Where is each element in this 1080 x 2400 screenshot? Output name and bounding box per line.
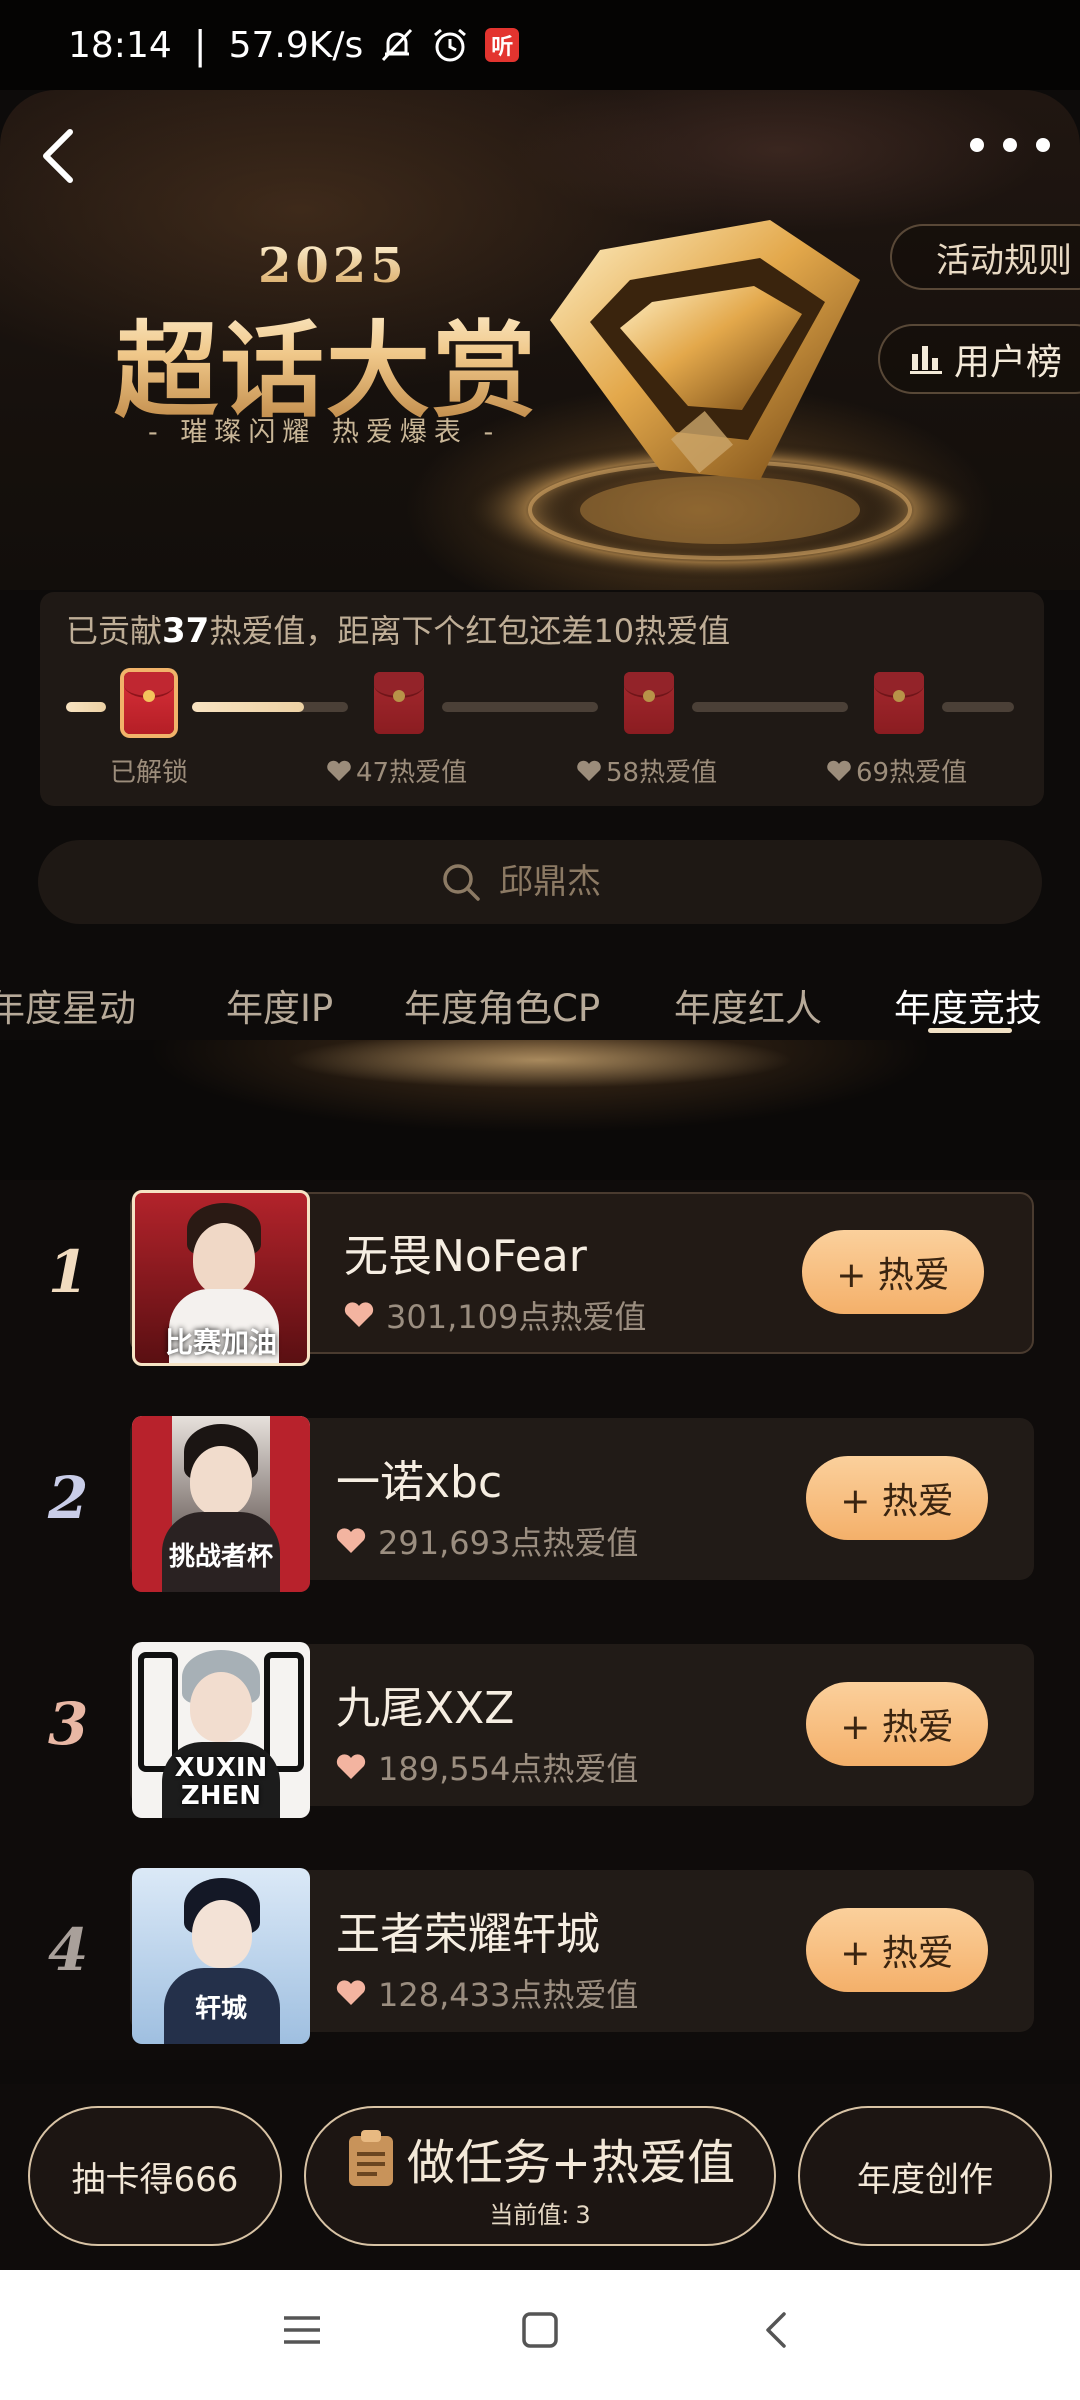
avatar-caption: XUXIN ZHEN xyxy=(174,1753,268,1811)
category-tabs: 年度星动 年度IP 年度角色CP 年度红人 年度竞技 xyxy=(0,962,1080,1042)
active-tab-indicator xyxy=(928,1028,1012,1033)
heart-icon xyxy=(336,1754,366,1779)
add-love-button[interactable]: + 热爱 xyxy=(806,1908,988,1992)
ranking-name: 九尾XXZ xyxy=(336,1683,515,1734)
heart-icon xyxy=(577,760,601,781)
ranking-row[interactable]: 3 XUXIN ZHEN 九尾XXZ 189,554点热爱值 + 热爱 xyxy=(0,1642,1080,1818)
system-back-icon[interactable] xyxy=(758,2310,798,2350)
rank-number: 1 xyxy=(48,1238,89,1306)
red-packet-icon[interactable] xyxy=(874,672,924,734)
ranking-name: 一诺xbc xyxy=(336,1457,503,1508)
ranking-hot-value: 128,433点热爱值 xyxy=(336,1970,638,2016)
ranking-hot-value: 291,693点热爱值 xyxy=(336,1518,638,1564)
activity-rules-button[interactable]: 活动规则 xyxy=(890,224,1080,290)
progress-track-fill xyxy=(192,702,304,712)
search-icon xyxy=(443,864,480,901)
rank-number: 4 xyxy=(48,1916,89,1984)
do-tasks-button[interactable]: 做任务+热爱值 当前值: 3 xyxy=(304,2106,776,2246)
red-packet-icon[interactable] xyxy=(624,672,674,734)
diamond-trophy-icon xyxy=(460,220,970,580)
add-love-button[interactable]: + 热爱 xyxy=(806,1682,988,1766)
search-bar[interactable] xyxy=(38,840,1042,924)
heart-icon xyxy=(344,1302,374,1327)
back-arrow-icon xyxy=(43,129,73,183)
avatar[interactable]: 轩城 xyxy=(132,1868,310,2044)
progress-track-segment xyxy=(66,702,106,712)
contribution-suffix: 热爱值，距离下个红包还差10热爱值 xyxy=(209,612,731,650)
ranking-name: 无畏NoFear xyxy=(344,1231,587,1282)
system-navigation-bar xyxy=(0,2270,1080,2400)
search-input[interactable] xyxy=(499,862,639,902)
ranking-row[interactable]: 2 挑战者杯 一诺xbc 291,693点热爱值 + 热爱 xyxy=(0,1416,1080,1592)
hero-banner: 2025 超话大赏 - 璀璨闪耀 热爱爆表 - 活动规则 用户榜 xyxy=(0,90,1080,590)
status-time: 18:14 xyxy=(68,24,172,66)
contribution-text: 已贡献37热爱值，距离下个红包还差10热爱值 xyxy=(66,606,730,652)
avatar[interactable]: 挑战者杯 xyxy=(132,1416,310,1592)
tab-annual-ip[interactable]: 年度IP xyxy=(226,978,333,1032)
milestone-label: 已解锁 xyxy=(110,758,189,788)
avatar-caption: 比赛加油 xyxy=(164,1326,277,1359)
milestone-label: 47热爱值 xyxy=(326,752,467,789)
tab-annual-star[interactable]: 年度星动 xyxy=(0,978,136,1032)
ranking-name: 王者荣耀轩城 xyxy=(336,1909,600,1960)
back-button[interactable] xyxy=(30,120,90,190)
user-ranking-button[interactable]: 用户榜 xyxy=(878,324,1080,394)
heart-icon xyxy=(827,760,851,781)
heart-icon xyxy=(327,760,351,781)
tab-annual-influencer[interactable]: 年度红人 xyxy=(674,978,822,1032)
current-value: 3 xyxy=(575,2200,591,2229)
tab-annual-character-cp[interactable]: 年度角色CP xyxy=(404,978,600,1032)
contribution-card: 已贡献37热爱值，距离下个红包还差10热爱值 已解锁 47热爱值 58热爱值 6… xyxy=(40,592,1044,806)
annual-creation-button[interactable]: 年度创作 xyxy=(798,2106,1052,2246)
ranking-row[interactable]: 1 比赛加油 无畏NoFear 301,109点热爱值 + 热爱 xyxy=(0,1190,1080,1366)
progress-track-segment xyxy=(692,702,848,712)
contribution-value: 37 xyxy=(162,611,210,651)
task-clipboard-icon xyxy=(348,2129,393,2186)
bottom-action-bar: 抽卡得666 做任务+热爱值 当前值: 3 年度创作 xyxy=(0,2084,1080,2272)
do-tasks-label: 做任务+热爱值 xyxy=(406,2134,736,2191)
contribution-prefix: 已贡献 xyxy=(66,612,163,650)
avatar-caption: 挑战者杯 xyxy=(168,1542,273,1572)
user-ranking-label: 用户榜 xyxy=(954,342,1063,383)
ranking-list: 1 比赛加油 无畏NoFear 301,109点热爱值 + 热爱 2 挑战者杯 … xyxy=(0,1180,1080,2060)
status-separator: | xyxy=(193,23,207,67)
heart-icon xyxy=(336,1980,366,2005)
milestone-label: 69热爱值 xyxy=(826,752,967,789)
progress-track-segment xyxy=(442,702,598,712)
milestone-label: 58热爱值 xyxy=(576,752,717,789)
avatar[interactable]: XUXIN ZHEN xyxy=(132,1642,310,1818)
progress-track-segment xyxy=(942,702,1014,712)
draw-card-button[interactable]: 抽卡得666 xyxy=(28,2106,282,2246)
network-speed: 57.9K/s xyxy=(228,24,364,66)
ranking-hot-value: 301,109点热爱值 xyxy=(344,1292,646,1338)
add-love-button[interactable]: + 热爱 xyxy=(806,1456,988,1540)
rank-number: 2 xyxy=(48,1464,89,1532)
ranking-hot-value: 189,554点热爱值 xyxy=(336,1744,638,1790)
tab-annual-esports[interactable]: 年度竞技 xyxy=(894,978,1042,1032)
home-icon[interactable] xyxy=(520,2310,560,2350)
more-dots-icon xyxy=(970,138,984,152)
current-value-label: 当前值: xyxy=(489,2200,570,2229)
red-packet-icon[interactable] xyxy=(374,672,424,734)
decorative-glow xyxy=(0,1040,1080,1180)
menu-icon[interactable] xyxy=(282,2310,322,2350)
ranking-row[interactable]: 4 轩城 王者荣耀轩城 128,433点热爱值 + 热爱 xyxy=(0,1868,1080,2044)
more-options-button[interactable] xyxy=(970,130,1050,160)
listen-app-icon: 听 xyxy=(485,28,520,62)
avatar[interactable]: 比赛加油 xyxy=(132,1190,310,1366)
add-love-button[interactable]: + 热爱 xyxy=(802,1230,984,1314)
rank-number: 3 xyxy=(48,1690,89,1758)
avatar-caption: 轩城 xyxy=(194,1994,247,2024)
alarm-clock-icon xyxy=(431,26,469,64)
status-bar: 18:14 | 57.9K/s 听 xyxy=(0,0,1080,90)
red-packet-icon[interactable] xyxy=(124,672,174,734)
mute-bell-icon xyxy=(379,27,415,63)
heart-icon xyxy=(336,1528,366,1553)
bar-chart-icon xyxy=(910,346,942,374)
